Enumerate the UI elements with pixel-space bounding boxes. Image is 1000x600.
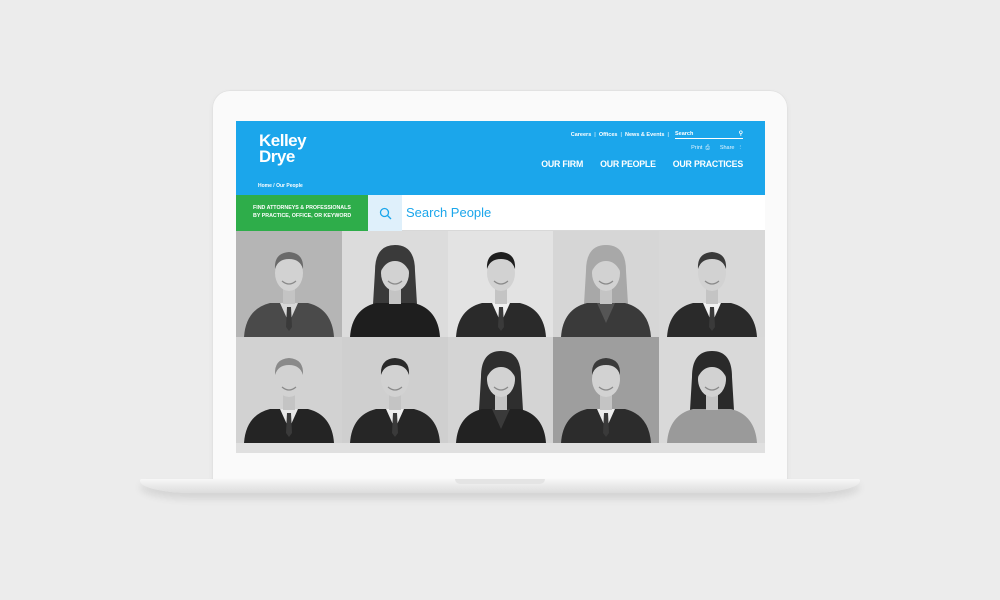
person-photo-tile[interactable] <box>447 443 554 453</box>
person-photo-tile[interactable] <box>447 337 554 443</box>
laptop-notch <box>455 479 545 484</box>
person-photo-tile[interactable] <box>236 443 342 453</box>
main-nav-our-firm[interactable]: OUR FIRM <box>541 159 583 169</box>
person-photo-tile[interactable] <box>236 337 342 443</box>
person-photo <box>236 231 342 337</box>
person-photo-tile[interactable] <box>553 443 660 453</box>
utility-links: Print ⎙ Share ⋮ <box>691 145 743 152</box>
breadcrumb: Home / Our People <box>258 183 303 189</box>
search-icon[interactable]: ⚲ <box>739 130 743 137</box>
person-photo <box>341 337 448 443</box>
nav-divider: | <box>620 131 623 138</box>
person-photo-tile[interactable] <box>341 231 448 337</box>
nav-link-news-events[interactable]: News & Events <box>625 132 664 138</box>
browser-screen: Kelley Drye Careers | Offices | News & E… <box>236 121 765 453</box>
people-finder: FIND ATTORNEYS & PROFESSIONALS BY PRACTI… <box>236 195 765 231</box>
search-icon <box>379 207 391 219</box>
person-photo <box>553 443 660 453</box>
site-logo[interactable]: Kelley Drye <box>259 132 319 165</box>
person-photo <box>341 231 448 337</box>
main-nav-our-practices[interactable]: OUR PRACTICES <box>673 159 743 169</box>
breadcrumb-current: Our People <box>276 183 303 189</box>
person-photo <box>447 443 554 453</box>
print-link[interactable]: Print ⎙ <box>691 145 710 152</box>
search-people-placeholder: Search People <box>406 205 492 220</box>
main-nav-our-people[interactable]: OUR PEOPLE <box>600 159 656 169</box>
person-photo-tile[interactable] <box>236 231 342 337</box>
breadcrumb-separator: / <box>273 183 275 189</box>
print-icon: ⎙ <box>705 145 710 151</box>
person-photo <box>553 231 660 337</box>
nav-link-careers[interactable]: Careers <box>571 132 592 138</box>
person-photo <box>659 337 765 443</box>
person-photo <box>447 231 554 337</box>
site-header: Kelley Drye Careers | Offices | News & E… <box>236 121 765 195</box>
header-search-placeholder: Search <box>675 130 694 137</box>
person-photo <box>236 337 342 443</box>
person-photo <box>341 443 448 453</box>
person-photo-tile[interactable] <box>659 443 765 453</box>
person-photo <box>553 337 660 443</box>
person-photo-tile[interactable] <box>447 231 554 337</box>
person-photo-tile[interactable] <box>341 337 448 443</box>
search-people-input[interactable]: Search People <box>402 195 765 231</box>
person-photo-tile[interactable] <box>341 443 448 453</box>
nav-divider: | <box>594 131 596 138</box>
person-photo-tile[interactable] <box>553 231 660 337</box>
top-nav: Careers | Offices | News & Events | Sear… <box>571 130 743 139</box>
person-photo <box>447 337 554 443</box>
person-photo <box>659 231 765 337</box>
share-icon: ⋮ <box>737 145 744 151</box>
person-photo <box>659 443 765 453</box>
share-link[interactable]: Share ⋮ <box>720 145 743 152</box>
main-nav: OUR FIRM OUR PEOPLE OUR PRACTICES <box>541 159 743 169</box>
nav-link-offices[interactable]: Offices <box>599 132 618 138</box>
person-photo-tile[interactable] <box>659 231 765 337</box>
person-photo <box>236 443 342 453</box>
person-photo-tile[interactable] <box>553 337 660 443</box>
header-search-input[interactable]: Search ⚲ <box>675 130 743 139</box>
breadcrumb-home[interactable]: Home <box>258 183 272 189</box>
nav-divider: | <box>667 131 669 138</box>
finder-search-button[interactable] <box>368 195 402 231</box>
people-grid <box>236 231 765 453</box>
finder-label: FIND ATTORNEYS & PROFESSIONALS BY PRACTI… <box>236 195 368 231</box>
person-photo-tile[interactable] <box>659 337 765 443</box>
